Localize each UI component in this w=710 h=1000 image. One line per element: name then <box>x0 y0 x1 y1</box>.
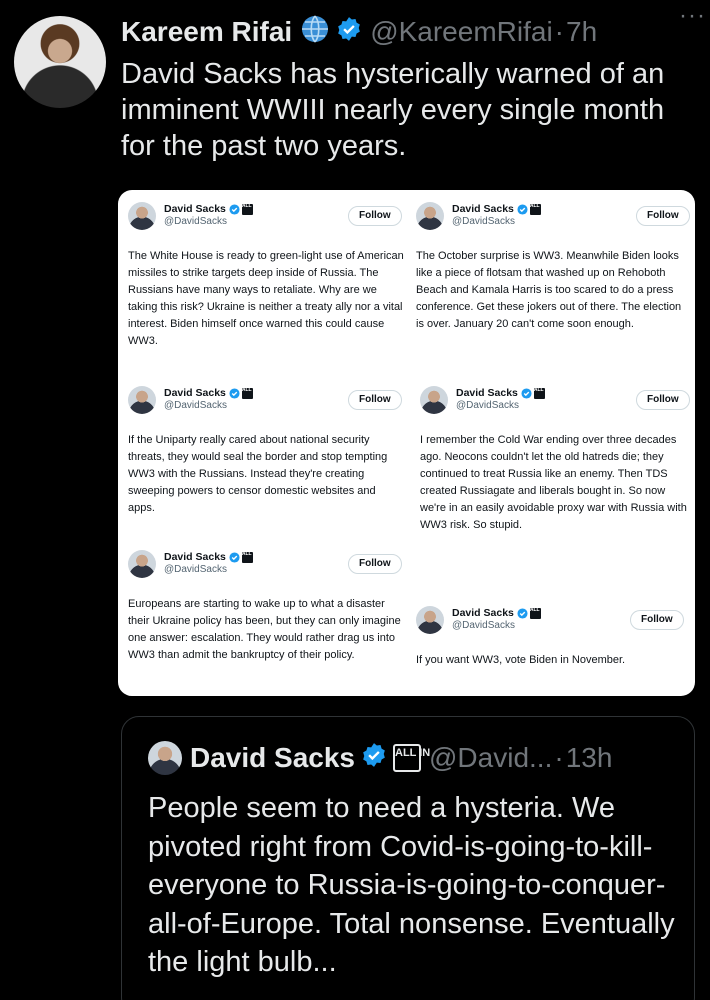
post-handle: @DavidSacks <box>164 216 227 227</box>
post-text: If you want WW3, vote Biden in November. <box>416 654 626 666</box>
follow-button: Follow <box>348 554 402 574</box>
separator-dot: · <box>554 16 564 47</box>
post-handle: @DavidSacks <box>456 400 519 411</box>
quote-header: David Sacks ALL IN @David... · 13h <box>148 741 612 775</box>
allin-badge-icon: ALL IN <box>393 744 430 772</box>
quote-timestamp: 13h <box>565 742 613 773</box>
allin-badge-icon: ALL IN <box>241 551 258 563</box>
media-image[interactable]: David Sacks ALL IN @DavidSacks Follow The… <box>118 190 695 696</box>
post-author-name: David Sacks <box>452 203 514 215</box>
post-text: I remember the Cold War ending over thre… <box>420 434 687 531</box>
post-handle: @DavidSacks <box>452 620 515 631</box>
verified-badge-icon <box>229 203 240 215</box>
post-author-name: David Sacks <box>164 203 226 215</box>
post-author-name: David Sacks <box>164 551 226 563</box>
avatar[interactable] <box>14 16 106 108</box>
allin-badge-icon: ALL IN <box>241 203 258 215</box>
post-handle: @DavidSacks <box>452 216 515 227</box>
author-handle[interactable]: @KareemRifai <box>370 16 552 48</box>
post-text: Europeans are starting to wake up to wha… <box>128 598 401 661</box>
verified-badge-icon <box>229 387 240 399</box>
verified-badge-icon <box>517 203 528 215</box>
follow-button: Follow <box>636 390 690 410</box>
author-name[interactable]: Kareem Rifai <box>121 16 292 48</box>
verified-badge-icon <box>521 387 532 399</box>
more-icon[interactable]: ··· <box>679 2 706 30</box>
post-author-name: David Sacks <box>456 387 518 399</box>
post-handle: @DavidSacks <box>164 564 227 575</box>
follow-button: Follow <box>348 206 402 226</box>
quote-author-name: David Sacks <box>190 742 355 773</box>
post-text: The October surprise is WW3. Meanwhile B… <box>416 250 682 330</box>
timestamp[interactable]: 7h <box>566 16 597 48</box>
follow-button: Follow <box>630 610 684 630</box>
post-text: The White House is ready to green-light … <box>128 250 404 347</box>
post-handle: @DavidSacks <box>164 400 227 411</box>
avatar <box>416 606 444 634</box>
avatar <box>148 741 182 775</box>
quoted-tweet[interactable]: David Sacks ALL IN @David... · 13h Peopl… <box>121 716 695 1000</box>
allin-badge-icon: ALL IN <box>529 607 546 619</box>
allin-badge-icon: ALL IN <box>241 387 258 399</box>
post-author-name: David Sacks <box>164 387 226 399</box>
tweet-header: Kareem Rifai @KareemRifai · 7h <box>121 14 696 50</box>
verified-badge-icon <box>229 551 240 563</box>
verified-badge-icon <box>336 16 362 49</box>
quote-text: People seem to need a hysteria. We pivot… <box>148 792 675 978</box>
separator-dot: · <box>554 742 564 773</box>
allin-badge-icon: ALL IN <box>529 203 546 215</box>
globe-icon <box>300 14 330 51</box>
verified-badge-icon <box>517 607 528 619</box>
avatar <box>416 202 444 230</box>
post-author-name: David Sacks <box>452 607 514 619</box>
avatar <box>128 550 156 578</box>
follow-button: Follow <box>636 206 690 226</box>
avatar <box>128 386 156 414</box>
follow-button: Follow <box>348 390 402 410</box>
avatar <box>420 386 448 414</box>
allin-badge-icon: ALL IN <box>533 387 550 399</box>
verified-badge-icon <box>361 742 387 775</box>
tweet-text: David Sacks has hysterically warned of a… <box>121 58 665 162</box>
post-text: If the Uniparty really cared about natio… <box>128 434 388 514</box>
quote-handle: @David... <box>429 742 553 773</box>
avatar <box>128 202 156 230</box>
